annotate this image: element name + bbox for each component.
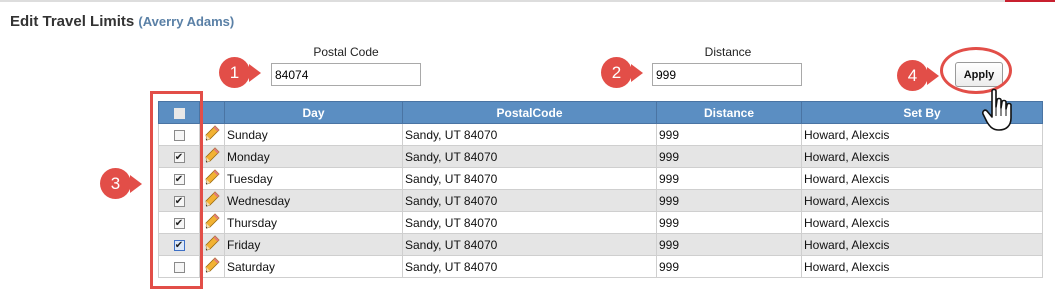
set-by-cell: Howard, Alexcis — [801, 189, 1043, 212]
pencil-icon[interactable] — [204, 124, 220, 145]
postal-code-cell: Sandy, UT 84070 — [402, 255, 657, 278]
page-title-text: Edit Travel Limits — [10, 13, 135, 30]
row-edit-cell — [199, 123, 225, 146]
day-cell: Thursday — [224, 211, 403, 234]
table-row: TuesdaySandy, UT 84070999Howard, Alexcis — [158, 167, 1043, 190]
day-cell: Saturday — [224, 255, 403, 278]
day-cell: Wednesday — [224, 189, 403, 212]
pencil-icon[interactable] — [204, 256, 220, 277]
pencil-icon[interactable] — [204, 168, 220, 189]
column-header-postalcode[interactable]: PostalCode — [402, 101, 657, 124]
pencil-icon[interactable] — [204, 212, 220, 233]
pencil-icon[interactable] — [204, 146, 220, 167]
postal-code-input[interactable] — [271, 63, 421, 86]
postal-code-cell: Sandy, UT 84070 — [402, 189, 657, 212]
page-title: Edit Travel Limits (Averry Adams) — [10, 13, 234, 30]
postal-code-cell: Sandy, UT 84070 — [402, 145, 657, 168]
table-row: ThursdaySandy, UT 84070999Howard, Alexci… — [158, 211, 1043, 234]
callout-2: 2 — [601, 57, 632, 88]
table-row: MondaySandy, UT 84070999Howard, Alexcis — [158, 145, 1043, 168]
distance-cell: 999 — [656, 255, 802, 278]
hand-cursor-icon — [982, 88, 1012, 131]
row-edit-cell — [199, 255, 225, 278]
apply-highlight-oval — [940, 47, 1012, 94]
postal-code-cell: Sandy, UT 84070 — [402, 233, 657, 256]
distance-cell: 999 — [656, 211, 802, 234]
top-border — [0, 0, 1055, 2]
set-by-cell: Howard, Alexcis — [801, 167, 1043, 190]
postal-code-cell: Sandy, UT 84070 — [402, 123, 657, 146]
postal-code-cell: Sandy, UT 84070 — [402, 167, 657, 190]
distance-cell: 999 — [656, 145, 802, 168]
day-cell: Monday — [224, 145, 403, 168]
travel-limits-table: Day PostalCode Distance Set By Sunday San… — [158, 101, 1043, 278]
callout-3: 3 — [100, 168, 131, 199]
column-header-day[interactable]: Day — [224, 101, 403, 124]
row-edit-cell — [199, 145, 225, 168]
top-accent — [1005, 0, 1055, 2]
table-row: FridaySandy, UT 84070999Howard, Alexcis — [158, 233, 1043, 256]
callout-4: 4 — [897, 60, 928, 91]
set-by-cell: Howard, Alexcis — [801, 233, 1043, 256]
distance-label: Distance — [704, 45, 752, 59]
day-cell: Friday — [224, 233, 403, 256]
table-row: Saturday Sandy, UT 84070 999 Howard, Alexci… — [158, 255, 1043, 278]
callout-1-pointer — [249, 64, 261, 82]
set-by-cell: Howard, Alexcis — [801, 255, 1043, 278]
callout-3-pointer — [130, 175, 142, 193]
column-header-distance[interactable]: Distance — [656, 101, 802, 124]
table-header-row: Day PostalCode Distance Set By — [158, 101, 1043, 124]
callout-2-pointer — [631, 64, 643, 82]
edit-column-header — [199, 101, 225, 124]
employee-name: (Averry Adams) — [138, 14, 235, 29]
checkbox-column-highlight — [150, 91, 203, 289]
distance-input[interactable] — [652, 63, 802, 86]
row-edit-cell — [199, 189, 225, 212]
table-row: Sunday Sandy, UT 84070 999 Howard, Alexcis — [158, 123, 1043, 146]
callout-1: 1 — [219, 57, 250, 88]
row-edit-cell — [199, 211, 225, 234]
pencil-icon[interactable] — [204, 190, 220, 211]
distance-cell: 999 — [656, 189, 802, 212]
postal-code-cell: Sandy, UT 84070 — [402, 211, 657, 234]
postal-code-label: Postal Code — [313, 45, 379, 59]
distance-cell: 999 — [656, 167, 802, 190]
distance-cell: 999 — [656, 233, 802, 256]
set-by-cell: Howard, Alexcis — [801, 211, 1043, 234]
row-edit-cell — [199, 233, 225, 256]
day-cell: Tuesday — [224, 167, 403, 190]
day-cell: Sunday — [224, 123, 403, 146]
callout-4-pointer — [927, 67, 939, 85]
table-row: WednesdaySandy, UT 84070999Howard, Alexc… — [158, 189, 1043, 212]
pencil-icon[interactable] — [204, 234, 220, 255]
row-edit-cell — [199, 167, 225, 190]
set-by-cell: Howard, Alexcis — [801, 145, 1043, 168]
distance-cell: 999 — [656, 123, 802, 146]
